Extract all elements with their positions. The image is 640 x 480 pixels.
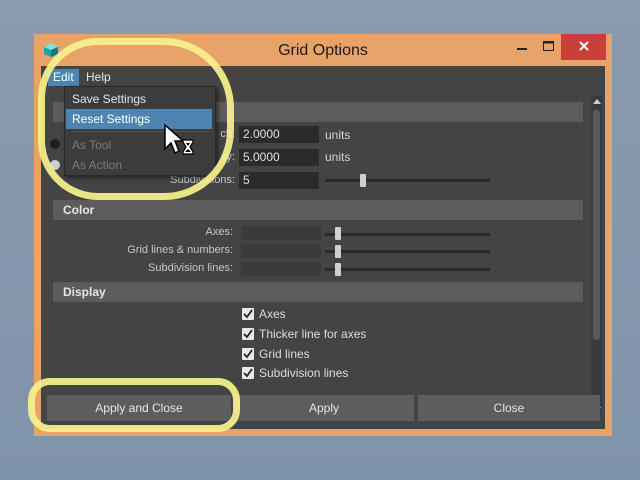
checkmark-icon [243,349,253,359]
grid-lines-color-slider-track[interactable] [325,250,490,253]
apply-button[interactable]: Apply [234,395,414,421]
minimize-icon [517,38,527,56]
thicker-axes-checkbox-label: Thicker line for axes [259,327,367,341]
checkmark-icon [243,309,253,319]
grid-lines-checkbox[interactable] [242,348,254,360]
axes-color-slider-thumb[interactable] [335,227,341,240]
subdivision-lines-checkbox-label: Subdivision lines [259,366,349,380]
length-field[interactable]: 2.0000 [239,126,319,143]
checkmark-icon [243,329,253,339]
section-color-header[interactable]: Color [53,200,583,220]
grid-lines-color-label: Grid lines & numbers: [127,244,233,256]
maximize-icon [542,38,554,56]
axes-checkbox[interactable] [242,308,254,320]
grid-lines-checkbox-label: Grid lines [259,347,310,361]
subdivision-lines-color-label: Subdivision lines: [148,262,233,274]
length-unit: units [325,128,351,142]
close-window-button[interactable] [561,34,606,60]
vertical-scrollbar[interactable] [591,96,602,414]
axes-color-label: Axes: [205,226,233,238]
close-button[interactable]: Close [418,395,600,421]
subdivision-lines-color-swatch[interactable] [241,262,321,276]
subdivision-lines-checkbox[interactable] [242,367,254,379]
axes-checkbox-label: Axes [259,307,286,321]
subdivisions-field[interactable]: 5 [239,172,319,189]
section-display-header[interactable]: Display [53,282,583,302]
subdivision-lines-color-slider-track[interactable] [325,268,490,271]
spacing-unit: units [325,150,351,164]
close-icon [578,38,589,56]
grid-lines-color-swatch[interactable] [241,244,321,258]
scrollbar-thumb[interactable] [593,110,600,340]
subdivisions-slider-track[interactable] [325,179,490,182]
checkmark-icon [243,368,253,378]
subdivision-lines-color-slider-thumb[interactable] [335,263,341,276]
axes-color-swatch[interactable] [241,226,321,240]
spacing-field[interactable]: 5.0000 [239,149,319,166]
thicker-axes-checkbox[interactable] [242,328,254,340]
subdivisions-slider-thumb[interactable] [360,174,366,187]
annotation-highlight-edit-menu [38,38,234,200]
scroll-up-arrow-icon[interactable] [591,96,602,106]
grid-lines-color-slider-thumb[interactable] [335,245,341,258]
annotation-highlight-apply-close [28,378,240,432]
minimize-button[interactable] [509,34,535,60]
axes-color-slider-track[interactable] [325,233,490,236]
maximize-button[interactable] [535,34,561,60]
